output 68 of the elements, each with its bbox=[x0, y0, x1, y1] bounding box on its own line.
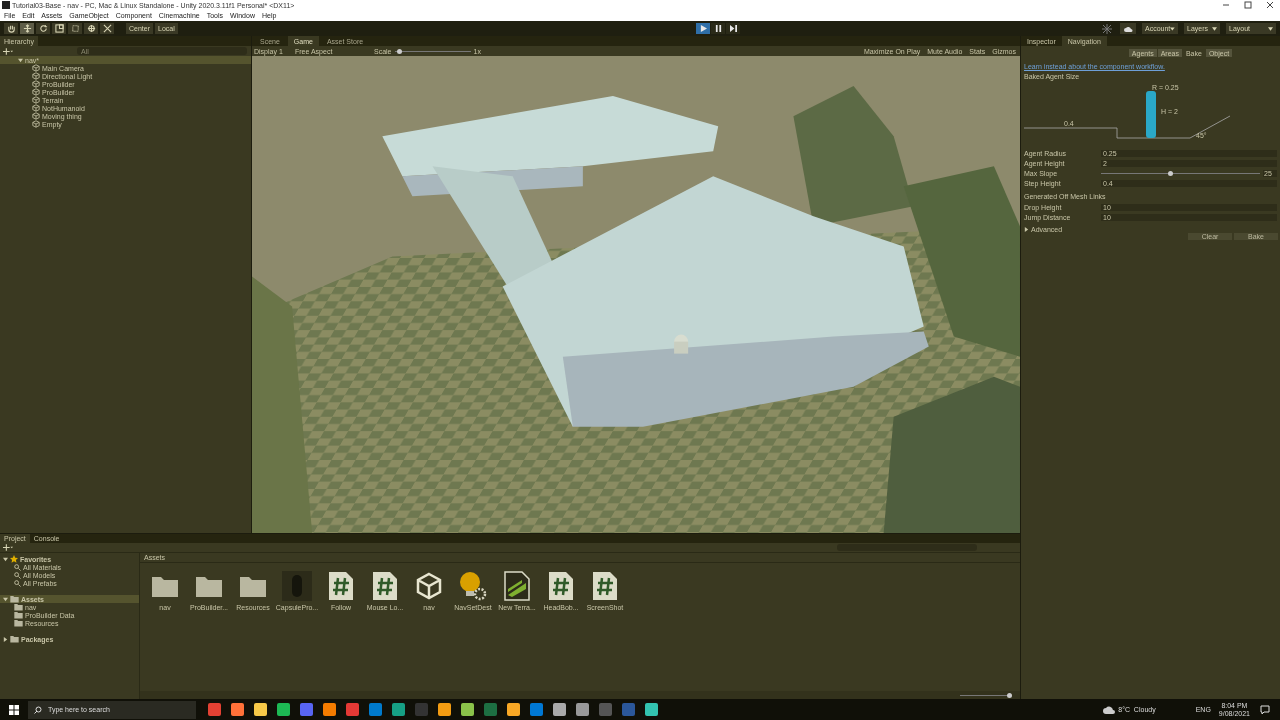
minimize-icon[interactable] bbox=[1222, 1, 1230, 9]
icon-size-slider[interactable] bbox=[960, 692, 1010, 698]
cloud-icon bbox=[1103, 705, 1116, 714]
windows-logo-icon[interactable] bbox=[9, 704, 19, 715]
expanded-arrow-icon[interactable] bbox=[3, 556, 8, 562]
tools-icon bbox=[102, 24, 112, 33]
taskbar-app-icon[interactable] bbox=[277, 703, 290, 716]
slider-thumb[interactable] bbox=[396, 48, 402, 54]
notification-icon[interactable] bbox=[1260, 704, 1270, 715]
close-icon[interactable] bbox=[1266, 1, 1274, 9]
rotate-icon bbox=[38, 24, 48, 33]
maximize-icon[interactable] bbox=[1244, 1, 1252, 9]
slider-thumb[interactable] bbox=[1006, 692, 1012, 698]
tool-button[interactable] bbox=[4, 23, 18, 34]
caret-icon bbox=[1170, 26, 1175, 31]
pause-icon bbox=[714, 25, 722, 32]
play-control-button[interactable] bbox=[711, 23, 725, 34]
add-icon[interactable] bbox=[3, 544, 13, 551]
unity-logo-icon bbox=[2, 1, 10, 9]
max-slope-slider[interactable] bbox=[1101, 170, 1260, 176]
caret-icon bbox=[1268, 26, 1273, 31]
caret-icon bbox=[1212, 26, 1217, 31]
unity-logo-icon bbox=[415, 572, 443, 600]
expanded-arrow-icon[interactable] bbox=[3, 596, 8, 602]
step-icon bbox=[729, 25, 737, 32]
rect-tool-icon bbox=[70, 24, 80, 33]
tool-button[interactable] bbox=[84, 23, 98, 34]
folder-icon bbox=[239, 574, 267, 598]
play-icon bbox=[699, 25, 707, 32]
expanded-arrow-icon[interactable] bbox=[18, 57, 23, 63]
tool-button[interactable] bbox=[68, 23, 82, 34]
slider-thumb[interactable] bbox=[1167, 170, 1173, 176]
lightbulb-gear-icon bbox=[458, 571, 488, 601]
taskbar-app-icon[interactable] bbox=[461, 703, 474, 716]
tool-button[interactable] bbox=[20, 23, 34, 34]
taskbar-app-icon[interactable] bbox=[576, 703, 589, 716]
star-icon bbox=[10, 555, 18, 563]
scale-slider[interactable] bbox=[394, 47, 471, 55]
collapsed-arrow-icon[interactable] bbox=[3, 636, 8, 642]
script-file-icon bbox=[372, 571, 398, 601]
search-icon bbox=[34, 705, 42, 714]
add-icon[interactable] bbox=[3, 47, 13, 55]
play-control-button[interactable] bbox=[726, 23, 740, 34]
scale-icon bbox=[54, 24, 64, 33]
hand-icon bbox=[6, 24, 16, 33]
move-icon bbox=[22, 24, 32, 33]
transform-icon bbox=[86, 24, 96, 33]
collab-icon[interactable] bbox=[1102, 23, 1112, 34]
tool-button[interactable] bbox=[100, 23, 114, 34]
taskbar-app-icon[interactable] bbox=[231, 703, 244, 716]
script-file-icon bbox=[328, 571, 354, 601]
folder-icon bbox=[151, 574, 179, 598]
script-file-icon bbox=[592, 571, 618, 601]
taskbar-app-icon[interactable] bbox=[254, 703, 267, 716]
taskbar-app-icon[interactable] bbox=[553, 703, 566, 716]
taskbar-app-icon[interactable] bbox=[438, 703, 451, 716]
folder-icon bbox=[195, 574, 223, 598]
tool-button[interactable] bbox=[36, 23, 50, 34]
tool-button[interactable] bbox=[52, 23, 66, 34]
taskbar-app-icon[interactable] bbox=[645, 703, 658, 716]
collapsed-arrow-icon bbox=[1024, 227, 1029, 232]
cloud-button[interactable] bbox=[1120, 23, 1136, 34]
script-file-icon bbox=[548, 571, 574, 601]
capsule-model-thumbnail bbox=[282, 571, 312, 601]
taskbar-app-icon[interactable] bbox=[507, 703, 520, 716]
cloud-icon bbox=[1123, 25, 1133, 32]
taskbar-app-icon[interactable] bbox=[323, 703, 336, 716]
terrain-file-icon bbox=[504, 571, 530, 601]
